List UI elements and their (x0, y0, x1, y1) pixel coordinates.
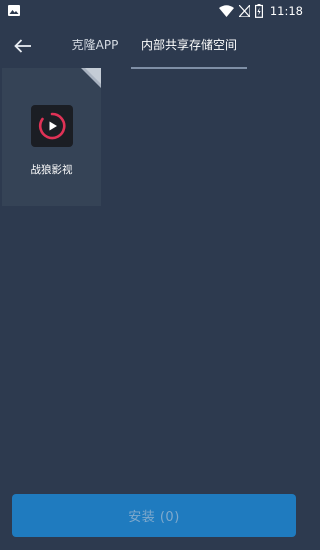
wifi-icon (218, 5, 234, 17)
signal-icon (238, 5, 250, 17)
selection-corner-icon[interactable] (81, 68, 101, 88)
active-tab-indicator (131, 67, 247, 69)
status-time: 11:18 (269, 4, 303, 18)
back-button[interactable] (10, 33, 36, 59)
install-button[interactable]: 安装 (0) (12, 494, 296, 537)
tab-internal-storage[interactable]: 内部共享存储空间 (131, 22, 247, 68)
play-icon (38, 112, 66, 140)
app-name: 战狼影视 (30, 164, 73, 176)
app-icon (31, 105, 73, 147)
tab-clone-app[interactable]: 克隆APP (62, 22, 128, 68)
toolbar: 克隆APP 内部共享存储空间 (0, 22, 309, 70)
app-tile[interactable]: 战狼影视 (2, 68, 101, 206)
gallery-icon (8, 5, 20, 16)
status-icons: 11:18 (218, 3, 303, 19)
battery-icon (254, 4, 263, 18)
status-bar: 11:18 (0, 0, 309, 22)
back-arrow-icon (14, 39, 31, 53)
